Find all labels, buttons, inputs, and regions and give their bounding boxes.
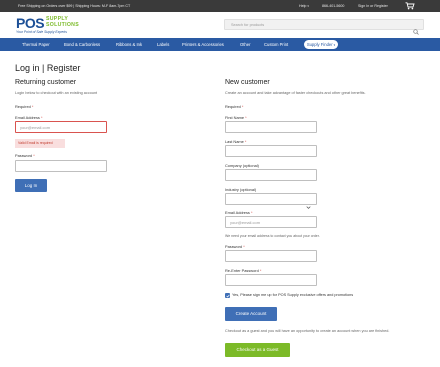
last-name-field[interactable]	[225, 145, 317, 157]
first-name-label-text: First Name	[225, 115, 245, 120]
login-password-field[interactable]	[15, 160, 107, 172]
search-icon[interactable]	[413, 22, 419, 35]
guest-checkout-text: Checkout as a guest and you will have an…	[225, 329, 390, 333]
register-password-label: Password *	[225, 244, 245, 249]
site-logo[interactable]: POS SUPPLY SOLUTIONS Your Point of Sale S…	[16, 16, 86, 34]
top-bar: Free Shipping on Orders over $99 | Shipp…	[0, 0, 440, 12]
nav-item-bond-carbonless[interactable]: Bond & Carbonless	[64, 42, 100, 47]
email-label-text: Email Address	[225, 210, 250, 215]
register-email-label: Email Address *	[225, 210, 253, 215]
reenter-label-text: Re-Enter Password	[225, 268, 259, 273]
login-email-label: Email Address *	[15, 115, 43, 120]
required-text: Required	[15, 104, 31, 109]
page-title: Log in | Register	[15, 63, 81, 73]
help-label: Help	[299, 4, 307, 8]
last-name-label: Last Name *	[225, 139, 247, 144]
logo-tagline: Your Point of Sale Supply Experts	[16, 30, 67, 34]
phone-link[interactable]: 866-401-5600	[322, 4, 344, 8]
reenter-password-label: Re-Enter Password *	[225, 268, 262, 273]
logo-solutions: SOLUTIONS	[46, 21, 79, 28]
logo-pos: POS	[16, 15, 45, 31]
search-input[interactable]	[231, 21, 401, 29]
login-password-label: Password *	[15, 153, 35, 158]
shipping-promo: Free Shipping on Orders over $99 | Shipp…	[18, 4, 131, 8]
signup-checkbox[interactable]	[225, 293, 230, 298]
nav-item-thermal-paper[interactable]: Thermal Paper	[22, 42, 50, 47]
nav-item-labels[interactable]: Labels	[157, 42, 169, 47]
chevron-down-icon: ▾	[307, 4, 309, 8]
password-label-text: Password	[225, 244, 243, 249]
nav-item-ribbons-ink[interactable]: Ribbons & Ink	[116, 42, 142, 47]
industry-label: Industry (optional)	[225, 187, 257, 192]
register-required-note: Required *	[225, 104, 244, 109]
register-subtext: Create an account and take advantage of …	[225, 91, 366, 95]
chevron-down-icon: ▾	[333, 43, 336, 47]
register-email-field[interactable]	[225, 216, 317, 228]
search-box	[224, 19, 424, 35]
nav-item-printers-accessories[interactable]: Printers & Accessories	[182, 42, 224, 47]
logo-supply-solutions: SUPPLY SOLUTIONS	[46, 16, 79, 28]
supply-finder-button[interactable]: Supply Finder▾	[304, 40, 338, 49]
sign-in-link[interactable]: Sign In or Register	[358, 4, 388, 8]
register-password-field[interactable]	[225, 250, 317, 262]
signup-label: Yes, Please sign me up for POS Supply ex…	[232, 293, 354, 297]
email-help-text: We need your email address to contact yo…	[225, 234, 320, 238]
login-subtext: Login below to checkout with an existing…	[15, 91, 98, 95]
email-label-text: Email Address	[15, 115, 40, 120]
required-text: Required	[225, 104, 241, 109]
nav-item-other[interactable]: Other	[240, 42, 250, 47]
guest-checkout-button[interactable]: Checkout as a Guest	[225, 343, 290, 357]
company-label: Company (optional)	[225, 163, 259, 168]
help-menu[interactable]: Help▾	[299, 4, 309, 8]
chevron-down-icon	[306, 197, 311, 209]
first-name-label: First Name *	[225, 115, 247, 120]
login-required-note: Required *	[15, 104, 34, 109]
login-heading: Returning customer	[15, 79, 77, 86]
company-field[interactable]	[225, 169, 317, 181]
nav-item-custom-print[interactable]: Custom Print	[264, 42, 288, 47]
main-nav: Thermal Paper Bond & Carbonless Ribbons …	[0, 38, 440, 51]
register-heading: New customer	[225, 79, 270, 86]
industry-select[interactable]	[225, 193, 317, 209]
cart-icon[interactable]	[405, 2, 415, 10]
reenter-password-field[interactable]	[225, 274, 317, 286]
create-account-button[interactable]: Create Account	[225, 307, 277, 321]
login-email-error: Valid Email is required	[15, 139, 65, 148]
first-name-field[interactable]	[225, 121, 317, 133]
password-label-text: Password	[15, 153, 33, 158]
supply-finder-label: Supply Finder	[306, 42, 333, 47]
last-name-label-text: Last Name	[225, 139, 244, 144]
login-email-field[interactable]	[15, 121, 107, 133]
login-button[interactable]: Log In	[15, 179, 47, 192]
